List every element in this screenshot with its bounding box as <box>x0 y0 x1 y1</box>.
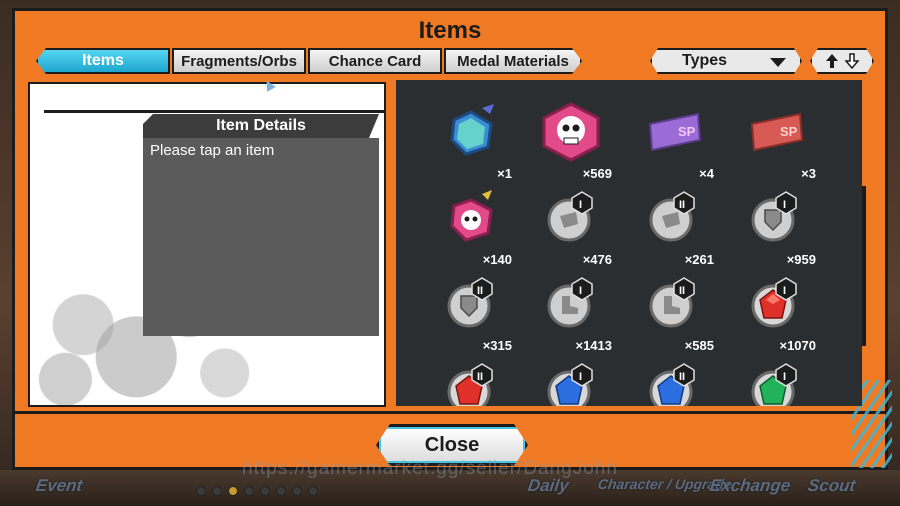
item-count: ×140 <box>482 252 512 267</box>
item-count: ×1413 <box>575 338 612 353</box>
item-count: ×3 <box>801 166 816 181</box>
types-dropdown-label: Types <box>682 52 728 69</box>
blue-gem-tier1-icon: I <box>547 363 593 406</box>
silver-shield-tier1-icon: I <box>751 191 797 242</box>
item-count: ×261 <box>684 252 714 267</box>
item-details-box <box>143 138 379 336</box>
grid-item[interactable]: ×1 <box>426 102 516 182</box>
chevron-down-icon <box>770 58 786 67</box>
item-count: ×569 <box>582 166 612 181</box>
types-dropdown[interactable]: Types <box>650 48 802 74</box>
grid-item[interactable]: SP ×3 <box>730 102 820 182</box>
svg-text:I: I <box>783 371 786 383</box>
svg-text:II: II <box>477 285 483 297</box>
grid-item[interactable]: I <box>526 360 616 406</box>
svg-text:I: I <box>783 199 786 211</box>
item-count: ×476 <box>582 252 612 267</box>
watermark-text: https://gamermarket.gg/seller/DangJohn <box>242 458 618 479</box>
grid-item[interactable]: I ×1070 <box>730 274 820 354</box>
sort-button[interactable] <box>810 48 874 74</box>
pink-skull-medal-icon <box>542 102 600 162</box>
svg-text:SP: SP <box>780 124 798 139</box>
svg-text:I: I <box>579 199 582 211</box>
grid-item[interactable]: I ×476 <box>526 188 616 268</box>
window-title: Items <box>418 17 482 44</box>
blue-fragment-icon <box>450 104 494 156</box>
grid-item[interactable]: ×569 <box>526 102 616 182</box>
grid-item[interactable]: I <box>730 360 820 406</box>
sort-arrows-icon <box>822 52 862 70</box>
item-count: ×1070 <box>779 338 816 353</box>
tab-fragments-orbs[interactable]: Fragments/Orbs <box>172 48 306 74</box>
svg-text:SP: SP <box>678 124 696 139</box>
page-dots <box>196 486 318 496</box>
grid-item[interactable]: II ×261 <box>628 188 718 268</box>
red-sp-ticket-icon: SP <box>750 112 804 152</box>
grid-scroll-thumb[interactable] <box>862 82 866 186</box>
svg-text:I: I <box>579 371 582 383</box>
tab-items[interactable]: Items <box>36 48 170 74</box>
tab-medal-materials[interactable]: Medal Materials <box>444 48 582 74</box>
blue-gem-tier2-icon: II <box>649 363 695 406</box>
svg-text:II: II <box>679 371 685 383</box>
item-count: ×959 <box>786 252 816 267</box>
grid-item[interactable]: ×140 <box>426 188 516 268</box>
grid-item[interactable]: II ×585 <box>628 274 718 354</box>
grid-item[interactable]: II <box>628 360 718 406</box>
silver-boot-tier1-icon: I <box>547 277 593 328</box>
silver-fist-tier1-icon: I <box>547 191 593 242</box>
item-count: ×315 <box>482 338 512 353</box>
item-count: ×4 <box>699 166 714 181</box>
purple-sp-ticket-icon: SP <box>648 112 702 152</box>
divider <box>44 110 384 113</box>
red-gem-tier1-icon: I <box>751 277 797 328</box>
item-details-placeholder: Please tap an item <box>150 142 275 159</box>
item-count: ×585 <box>684 338 714 353</box>
svg-text:II: II <box>679 199 685 211</box>
grid-item[interactable]: SP ×4 <box>628 102 718 182</box>
green-gem-tier1-icon: I <box>751 363 797 406</box>
silver-shield-tier2-icon: II <box>447 277 493 328</box>
item-details-header: Item Details <box>143 114 379 138</box>
silver-fist-tier2-icon: II <box>649 191 695 242</box>
svg-text:II: II <box>477 371 483 383</box>
item-count: ×1 <box>497 166 512 181</box>
grid-item[interactable]: II ×315 <box>426 274 516 354</box>
svg-text:I: I <box>579 285 582 297</box>
nav-scout[interactable]: Scout <box>807 476 857 496</box>
grid-item[interactable]: I ×1413 <box>526 274 616 354</box>
red-gem-tier2-icon: II <box>447 363 493 406</box>
nav-event[interactable]: Event <box>35 476 84 496</box>
tab-chance-card[interactable]: Chance Card <box>308 48 442 74</box>
pink-skull-fragment-icon <box>450 190 493 242</box>
svg-text:II: II <box>679 285 685 297</box>
silver-boot-tier2-icon: II <box>649 277 695 328</box>
item-grid: ×1 ×569 SP ×4 SP ×3 ×140 I ×476 II ×261 … <box>396 80 862 406</box>
svg-text:I: I <box>783 285 786 297</box>
grid-item[interactable]: II <box>426 360 516 406</box>
grid-item[interactable]: I ×959 <box>730 188 820 268</box>
nav-exchange[interactable]: Exchange <box>709 476 792 496</box>
